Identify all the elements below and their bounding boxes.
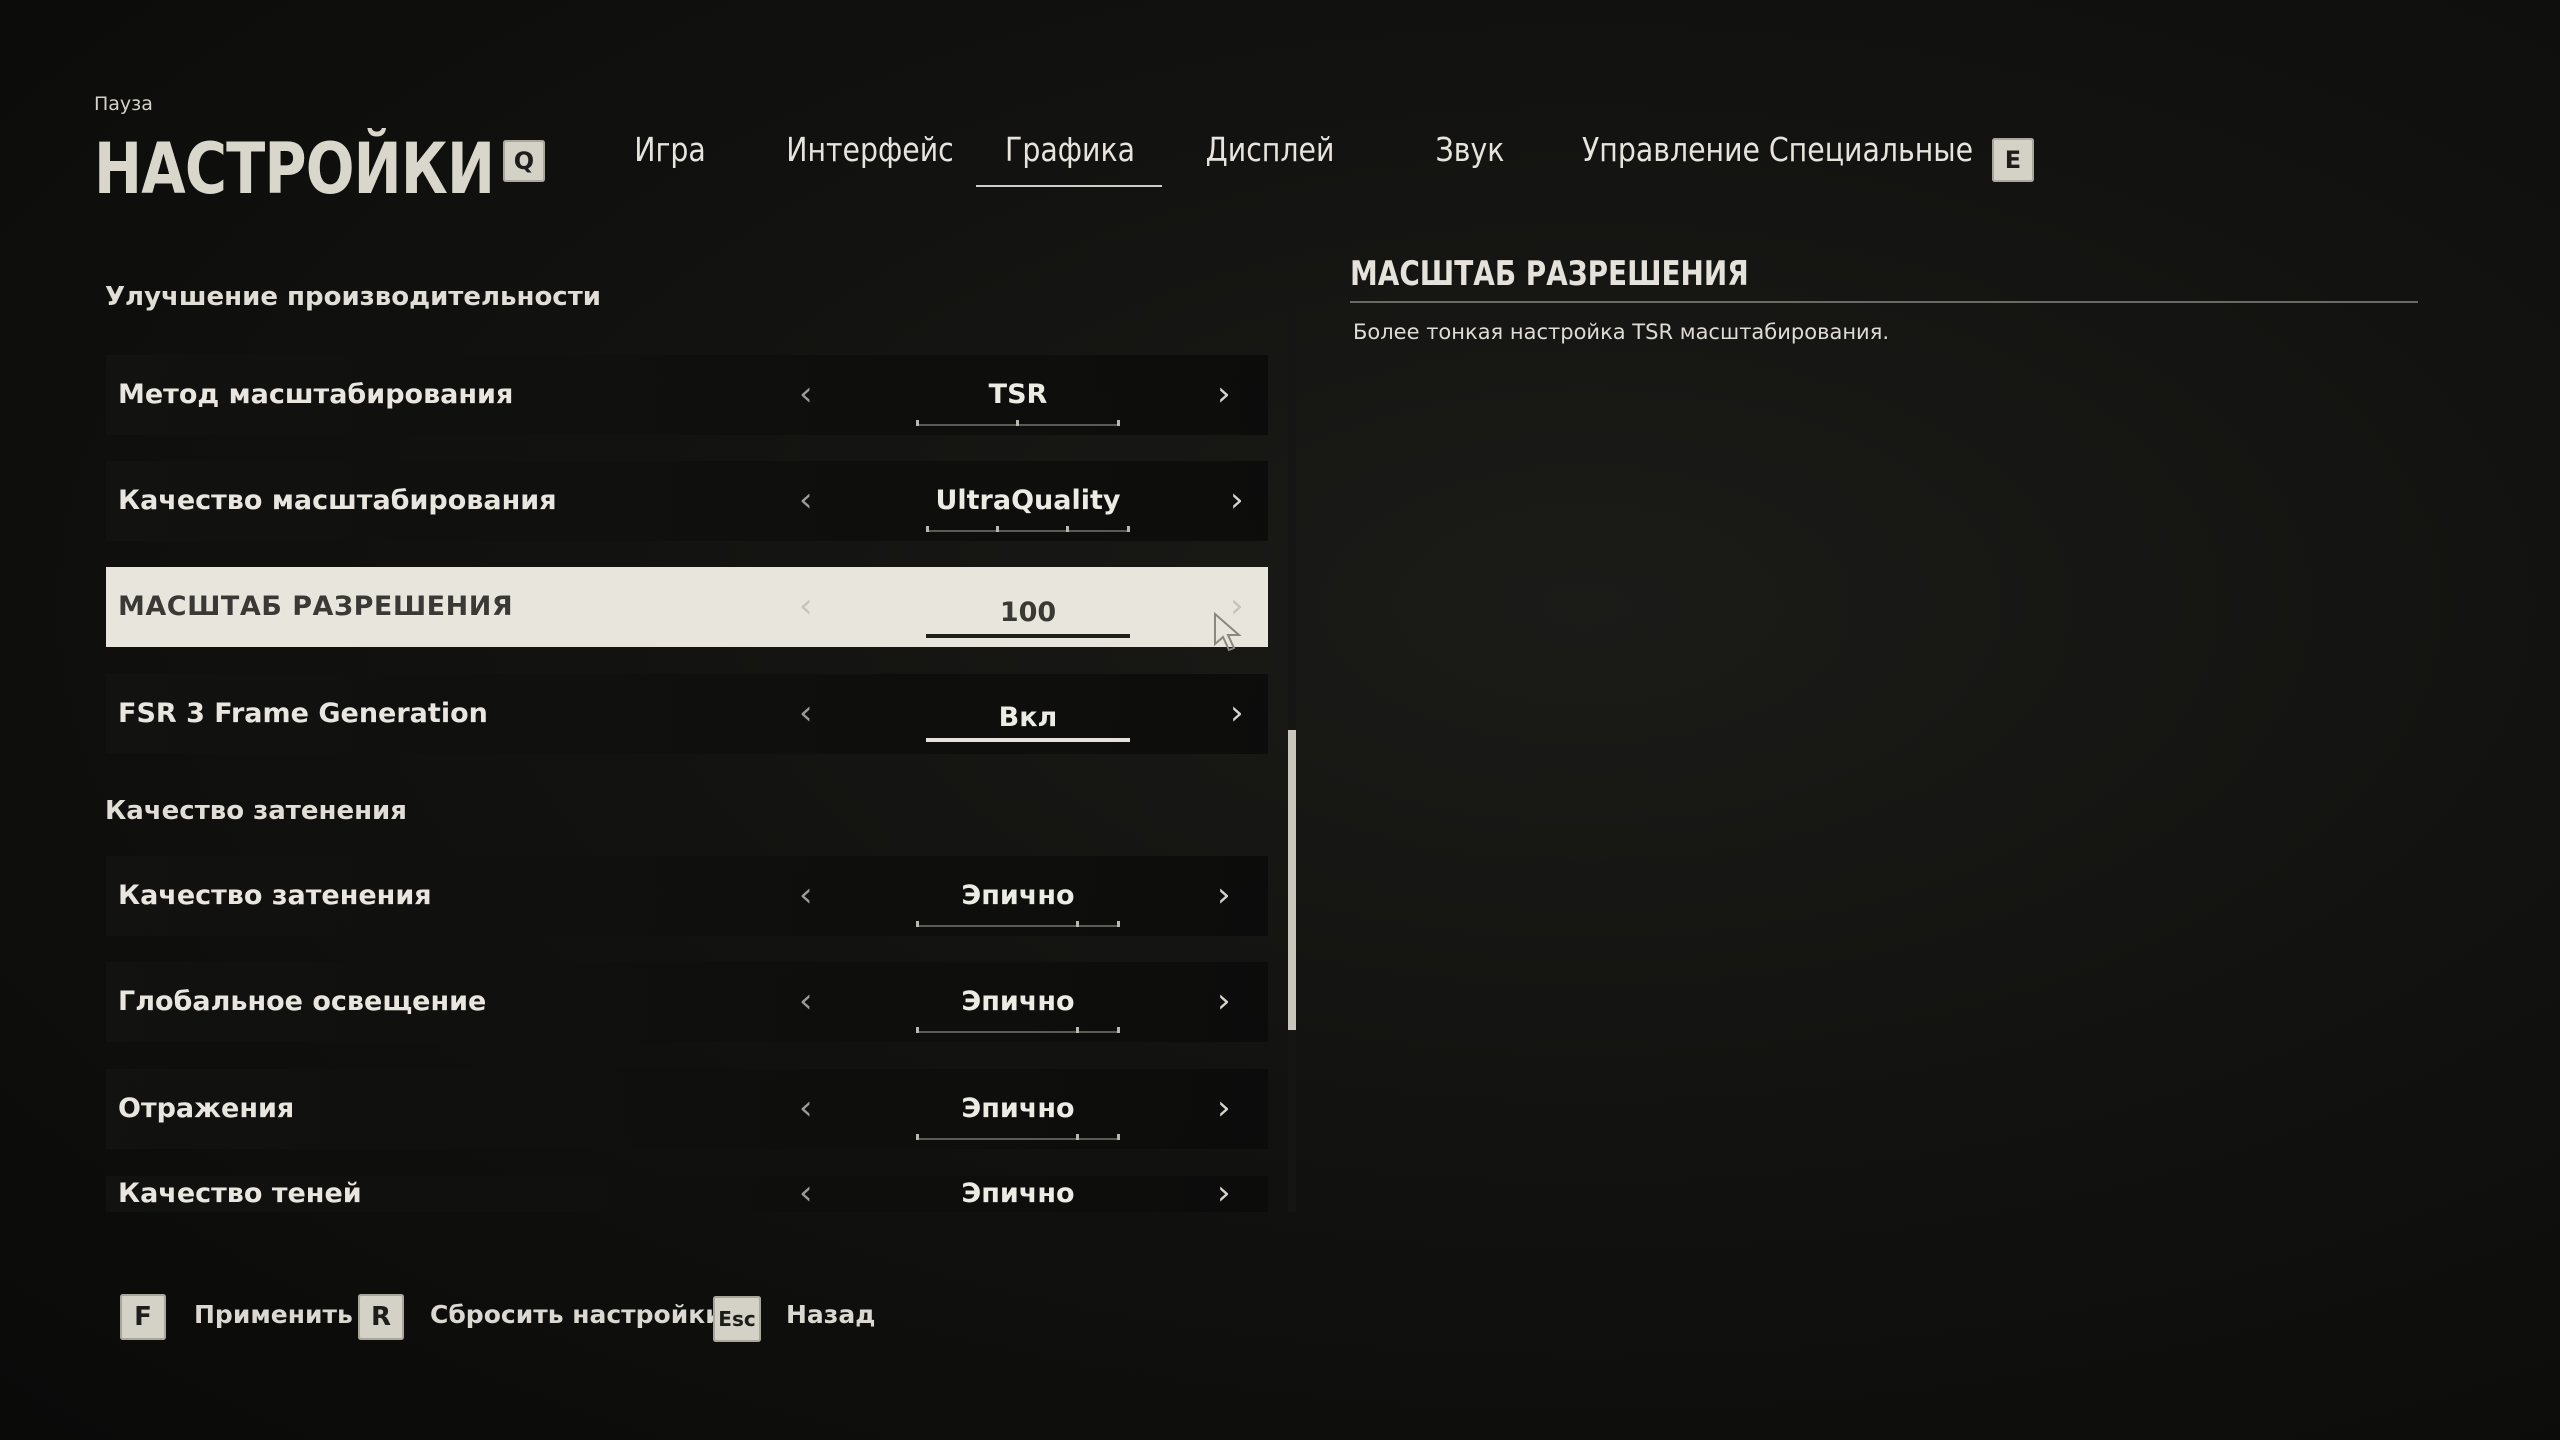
arrow-right-icon[interactable]: › <box>1217 1069 1231 1149</box>
arrow-right-icon[interactable]: › <box>1230 674 1244 754</box>
scrollbar-thumb[interactable] <box>1288 730 1296 1030</box>
description-text: Более тонкая настройка TSR масштабирован… <box>1353 320 1890 344</box>
arrow-left-icon[interactable]: ‹ <box>799 355 813 435</box>
list-clip: Качество теней ‹ Эпично › <box>106 1176 1268 1212</box>
section-shading: Качество затенения <box>105 796 407 826</box>
option-ticks <box>926 526 1130 532</box>
reset-label[interactable]: Сбросить настройки <box>430 1300 723 1329</box>
setting-row-upscale-quality[interactable]: Качество масштабирования ‹ UltraQuality … <box>106 461 1268 541</box>
setting-row-global-illumination[interactable]: Глобальное освещение ‹ Эпично › <box>106 962 1268 1042</box>
setting-row-reflections[interactable]: Отражения ‹ Эпично › <box>106 1069 1268 1149</box>
arrow-left-icon[interactable]: ‹ <box>799 674 813 754</box>
arrow-left-icon[interactable]: ‹ <box>799 567 813 647</box>
arrow-left-icon[interactable]: ‹ <box>799 461 813 541</box>
back-label[interactable]: Назад <box>786 1300 875 1329</box>
tab-display[interactable]: Дисплей <box>1201 126 1339 172</box>
tab-interface[interactable]: Интерфейс <box>786 126 954 172</box>
toggle-on-bar <box>926 738 1130 742</box>
apply-key[interactable]: F <box>120 1294 166 1340</box>
arrow-left-icon[interactable]: ‹ <box>799 962 813 1042</box>
setting-label: Отражения <box>118 1093 295 1124</box>
option-ticks <box>916 1134 1120 1140</box>
setting-label: Глобальное освещение <box>118 986 487 1017</box>
tab-prev-key[interactable]: Q <box>503 140 545 182</box>
arrow-left-icon[interactable]: ‹ <box>799 1176 813 1212</box>
arrow-right-icon[interactable]: › <box>1230 461 1244 541</box>
section-performance: Улучшение производительности <box>105 282 602 312</box>
option-ticks <box>916 420 1120 426</box>
setting-row-shading-quality[interactable]: Качество затенения ‹ Эпично › <box>106 856 1268 936</box>
page-title: НАСТРОЙКИ <box>94 128 495 210</box>
arrow-right-icon[interactable]: › <box>1217 355 1231 435</box>
setting-label: Метод масштабирования <box>118 379 514 410</box>
option-ticks <box>916 921 1120 927</box>
value-slider-bar[interactable] <box>926 634 1130 638</box>
setting-value: Эпично <box>961 1178 1075 1209</box>
setting-row-resolution-scale[interactable]: МАСШТАБ РАЗРЕШЕНИЯ ‹ 100 › <box>106 567 1268 647</box>
setting-value: 100 <box>999 597 1057 628</box>
option-ticks <box>916 1027 1120 1033</box>
arrow-left-icon[interactable]: ‹ <box>799 856 813 936</box>
setting-label: FSR 3 Frame Generation <box>118 698 488 729</box>
description-divider <box>1350 301 2418 303</box>
apply-label[interactable]: Применить <box>194 1300 353 1329</box>
arrow-left-icon[interactable]: ‹ <box>799 1069 813 1149</box>
setting-row-upscale-method[interactable]: Метод масштабирования ‹ TSR › <box>106 355 1268 435</box>
setting-label: Качество теней <box>118 1178 362 1209</box>
description-title: МАСШТАБ РАЗРЕШЕНИЯ <box>1350 254 1749 294</box>
mouse-cursor-icon <box>1214 612 1242 652</box>
pause-label: Пауза <box>94 93 153 115</box>
setting-row-shadow-quality[interactable]: Качество теней ‹ Эпично › <box>106 1176 1268 1212</box>
reset-key[interactable]: R <box>358 1294 404 1340</box>
setting-label: Качество масштабирования <box>118 485 557 516</box>
tab-underline <box>976 185 1162 187</box>
setting-value: Вкл <box>998 702 1058 733</box>
back-key[interactable]: Esc <box>713 1296 761 1342</box>
arrow-right-icon[interactable]: › <box>1217 962 1231 1042</box>
setting-row-frame-generation[interactable]: FSR 3 Frame Generation ‹ Вкл › <box>106 674 1268 754</box>
tab-special[interactable]: Специальные <box>1769 126 1973 172</box>
arrow-right-icon[interactable]: › <box>1217 1176 1231 1212</box>
tab-controls[interactable]: Управление <box>1582 126 1760 172</box>
setting-label: МАСШТАБ РАЗРЕШЕНИЯ <box>118 591 514 622</box>
tab-next-key[interactable]: E <box>1992 138 2034 182</box>
tab-graphics[interactable]: Графика <box>1001 126 1139 172</box>
tab-game[interactable]: Игра <box>618 126 721 172</box>
tab-sound[interactable]: Звук <box>1418 126 1521 172</box>
arrow-right-icon[interactable]: › <box>1217 856 1231 936</box>
setting-label: Качество затенения <box>118 880 432 911</box>
